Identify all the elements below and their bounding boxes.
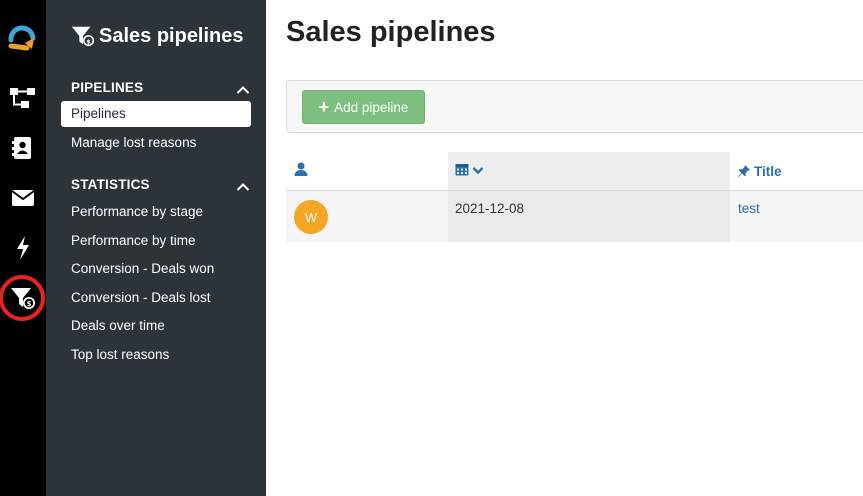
sidebar: $ Sales pipelines PIPELINES Pipelines Ma…: [46, 0, 266, 496]
logo-icon[interactable]: [5, 22, 41, 56]
cell-user: W: [286, 191, 448, 242]
chevron-up-icon[interactable]: [236, 82, 250, 94]
sidebar-item-conversion-deals-lost[interactable]: Conversion - Deals lost: [61, 285, 251, 311]
column-header-date[interactable]: [448, 152, 730, 190]
section-heading-pipelines: PIPELINES: [71, 80, 144, 95]
pipelines-table: Title W 2021-12-08 test: [286, 152, 863, 242]
pin-icon: [738, 165, 750, 177]
add-pipeline-button[interactable]: + Add pipeline: [302, 90, 425, 124]
mail-icon[interactable]: [6, 183, 40, 213]
section-heading-statistics: STATISTICS: [71, 177, 150, 192]
svg-text:$: $: [27, 300, 32, 308]
workflow-icon[interactable]: [6, 83, 40, 113]
chevron-down-icon: [472, 162, 484, 180]
page-title: Sales pipelines: [286, 16, 496, 48]
table-row: W 2021-12-08 test: [286, 191, 863, 242]
sidebar-item-top-lost-reasons[interactable]: Top lost reasons: [61, 342, 251, 368]
cell-date: 2021-12-08: [448, 191, 730, 242]
chevron-up-icon[interactable]: [236, 179, 250, 191]
sidebar-title: $ Sales pipelines: [71, 24, 244, 48]
column-header-title-label: Title: [754, 163, 782, 179]
cell-title: test: [730, 191, 863, 242]
sidebar-item-manage-lost-reasons[interactable]: Manage lost reasons: [61, 130, 251, 156]
column-header-user[interactable]: [286, 152, 448, 190]
user-icon: [294, 162, 308, 181]
column-header-title[interactable]: Title: [730, 152, 863, 190]
table-header: Title: [286, 152, 863, 191]
contacts-icon[interactable]: [6, 133, 40, 163]
sidebar-item-deals-over-time[interactable]: Deals over time: [61, 313, 251, 339]
toolbar: + Add pipeline: [286, 80, 863, 133]
sales-pipelines-icon[interactable]: $: [6, 283, 40, 313]
app-window: $ $ Sales pipelines PIPELINES Pipelines …: [0, 0, 863, 496]
sidebar-item-performance-by-time[interactable]: Performance by time: [61, 228, 251, 254]
calendar-icon: [455, 162, 469, 181]
add-pipeline-label: Add pipeline: [334, 99, 409, 115]
pipeline-title-link[interactable]: test: [738, 201, 760, 216]
sidebar-item-conversion-deals-won[interactable]: Conversion - Deals won: [61, 256, 251, 282]
svg-text:$: $: [86, 37, 91, 45]
sales-pipelines-icon: $: [71, 24, 95, 48]
avatar[interactable]: W: [294, 200, 328, 234]
sidebar-item-pipelines[interactable]: Pipelines: [61, 101, 251, 127]
sidebar-item-performance-by-stage[interactable]: Performance by stage: [61, 199, 251, 225]
main-content: Sales pipelines + Add pipeline Title W 2…: [266, 0, 863, 496]
plus-icon: +: [318, 97, 330, 117]
sidebar-title-text: Sales pipelines: [99, 24, 244, 47]
icon-rail: $: [0, 0, 46, 496]
automation-icon[interactable]: [6, 233, 40, 263]
